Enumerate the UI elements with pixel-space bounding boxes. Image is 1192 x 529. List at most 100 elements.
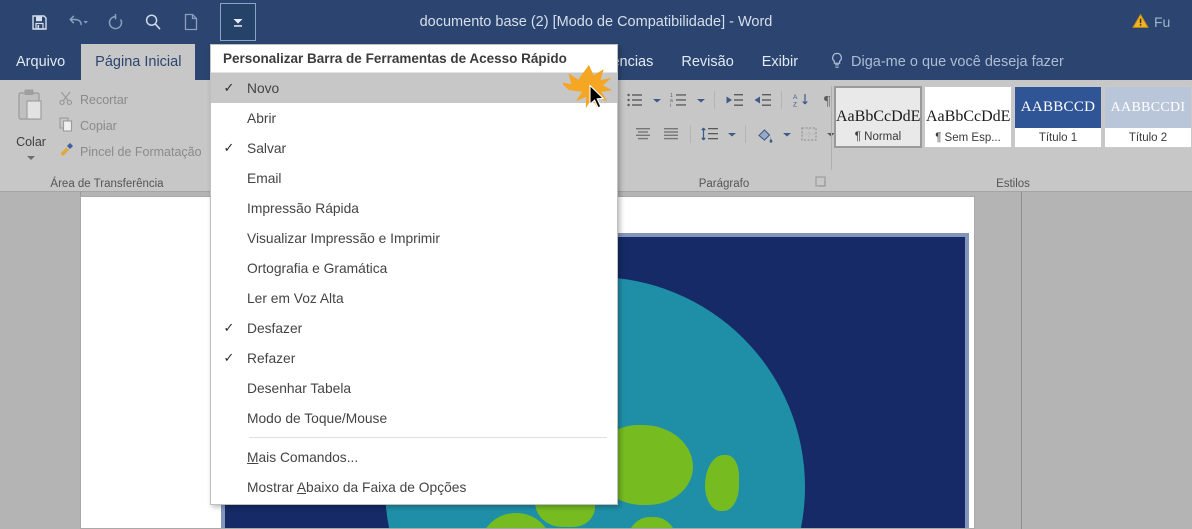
new-document-icon[interactable] bbox=[174, 6, 208, 38]
page-right-edge-guide bbox=[1021, 192, 1022, 529]
menu-item-impressao-rapida[interactable]: Impressão Rápida bbox=[211, 193, 617, 223]
menu-item-visualizar-impressao[interactable]: Visualizar Impressão e Imprimir bbox=[211, 223, 617, 253]
style-preview: AaBbCcDdE bbox=[926, 109, 1010, 125]
menu-item-label: Ortografia e Gramática bbox=[247, 260, 388, 276]
cut-label: Recortar bbox=[80, 92, 128, 107]
menu-item-desenhar-tabela[interactable]: Desenhar Tabela bbox=[211, 373, 617, 403]
style-label: ¶ Sem Esp... bbox=[935, 132, 1001, 144]
increase-indent-icon[interactable] bbox=[749, 88, 775, 112]
search-icon[interactable] bbox=[136, 6, 170, 38]
checkmark-icon: ✓ bbox=[223, 320, 235, 335]
style-label: Título 2 bbox=[1128, 132, 1168, 144]
cut-command[interactable]: Recortar bbox=[58, 90, 128, 109]
menu-item-label: Email bbox=[247, 170, 282, 186]
style-sem-espacamento[interactable]: AaBbCcDdE ¶ Sem Esp... bbox=[924, 86, 1012, 148]
bullet-list-icon[interactable] bbox=[622, 88, 648, 112]
styles-group-label: Estilos bbox=[996, 178, 1030, 190]
menu-item-ortografia-gramatica[interactable]: Ortografia e Gramática bbox=[211, 253, 617, 283]
paragraph-group-label: Parágrafo bbox=[698, 178, 750, 190]
menu-item-desfazer[interactable]: ✓ Desfazer bbox=[211, 313, 617, 343]
tab-pagina-inicial[interactable]: Página Inicial bbox=[81, 44, 196, 80]
tell-me-box[interactable]: Diga-me o que você deseja fazer bbox=[820, 44, 1074, 80]
menu-item-label: Novo bbox=[247, 80, 280, 96]
title-bar: documento base (2) [Modo de Compatibilid… bbox=[0, 0, 1192, 44]
style-preview: AABBCCD bbox=[1020, 100, 1096, 115]
style-titulo-1[interactable]: AABBCCD Título 1 bbox=[1014, 86, 1102, 148]
redo-icon[interactable] bbox=[98, 6, 132, 38]
divider bbox=[714, 91, 715, 109]
svg-text:A: A bbox=[793, 94, 798, 101]
align-center-icon[interactable] bbox=[630, 122, 656, 146]
customize-qat-icon[interactable] bbox=[220, 3, 256, 41]
menu-item-label: Modo de Toque/Mouse bbox=[247, 410, 388, 426]
paste-label: Colar bbox=[16, 135, 46, 149]
word-application-window: documento base (2) [Modo de Compatibilid… bbox=[0, 0, 1192, 529]
menu-item-abrir[interactable]: Abrir bbox=[211, 103, 617, 133]
copy-icon bbox=[58, 116, 74, 135]
menu-item-label: Desfazer bbox=[247, 320, 303, 336]
copy-label: Copiar bbox=[80, 118, 117, 133]
copy-command[interactable]: Copiar bbox=[58, 116, 117, 135]
lightbulb-icon bbox=[830, 52, 844, 73]
warning-triangle-icon bbox=[1132, 13, 1149, 32]
compatibility-warning[interactable]: Fu bbox=[1132, 0, 1188, 44]
clipboard-group-label: Área de Transferência bbox=[50, 178, 164, 190]
decrease-indent-icon[interactable] bbox=[721, 88, 747, 112]
menu-item-refazer[interactable]: ✓ Refazer bbox=[211, 343, 617, 373]
divider bbox=[690, 125, 691, 143]
style-preview: AABBCCDI bbox=[1110, 100, 1186, 115]
save-icon[interactable] bbox=[22, 6, 56, 38]
tab-exibir[interactable]: Exibir bbox=[748, 44, 812, 80]
menu-item-label: Abrir bbox=[247, 110, 277, 126]
shading-dropdown-icon[interactable] bbox=[780, 122, 794, 146]
tab-arquivo[interactable]: Arquivo bbox=[0, 44, 82, 80]
svg-text:i: i bbox=[670, 103, 671, 108]
undo-icon[interactable] bbox=[60, 6, 94, 38]
customize-quick-access-toolbar-menu: Personalizar Barra de Ferramentas de Ace… bbox=[210, 44, 618, 505]
tab-revisao[interactable]: Revisão bbox=[667, 44, 747, 80]
bullet-list-dropdown-icon[interactable] bbox=[650, 88, 664, 112]
group-separator bbox=[831, 86, 832, 170]
menu-item-ler-em-voz-alta[interactable]: Ler em Voz Alta bbox=[211, 283, 617, 313]
ribbon-group-paragraph: 1 a i A Z ¶ Parágrafo bbox=[616, 80, 835, 192]
style-label: ¶ Normal bbox=[854, 131, 902, 143]
checkmark-icon: ✓ bbox=[223, 80, 235, 95]
paste-dropdown-icon[interactable] bbox=[25, 149, 37, 166]
checkmark-icon: ✓ bbox=[223, 350, 235, 365]
svg-text:¶: ¶ bbox=[824, 94, 831, 108]
warning-label: Fu bbox=[1154, 14, 1171, 30]
menu-item-novo[interactable]: ✓ Novo bbox=[211, 73, 617, 103]
borders-icon[interactable] bbox=[796, 122, 822, 146]
menu-item-label: Ler em Voz Alta bbox=[247, 290, 344, 306]
checkmark-icon: ✓ bbox=[223, 140, 235, 155]
format-painter-command[interactable]: Pincel de Formatação bbox=[58, 142, 202, 161]
menu-item-mostrar-abaixo-faixa[interactable]: Mostrar Abaixo da Faixa de Opções bbox=[211, 472, 617, 502]
quick-access-toolbar bbox=[0, 0, 256, 44]
menu-item-modo-toque-mouse[interactable]: Modo de Toque/Mouse bbox=[211, 403, 617, 433]
menu-item-label: Desenhar Tabela bbox=[247, 380, 352, 396]
line-spacing-dropdown-icon[interactable] bbox=[725, 122, 739, 146]
paragraph-dialog-launcher-icon[interactable] bbox=[815, 176, 828, 189]
style-normal[interactable]: AaBbCcDdE ¶ Normal bbox=[834, 86, 922, 148]
line-spacing-icon[interactable] bbox=[697, 122, 723, 146]
scissors-icon bbox=[58, 90, 74, 109]
menu-item-label: Impressão Rápida bbox=[247, 200, 359, 216]
menu-item-salvar[interactable]: ✓ Salvar bbox=[211, 133, 617, 163]
menu-item-email[interactable]: Email bbox=[211, 163, 617, 193]
numbered-list-dropdown-icon[interactable] bbox=[694, 88, 708, 112]
paste-button[interactable]: Colar bbox=[8, 86, 54, 167]
style-titulo-2[interactable]: AABBCCDI Título 2 bbox=[1104, 86, 1192, 148]
menu-item-mais-comandos[interactable]: Mais Comandos... bbox=[211, 442, 617, 472]
svg-text:Z: Z bbox=[793, 102, 797, 109]
style-preview: AaBbCcDdE bbox=[836, 109, 920, 125]
divider bbox=[745, 125, 746, 143]
format-painter-icon bbox=[58, 142, 74, 161]
menu-header: Personalizar Barra de Ferramentas de Ace… bbox=[211, 45, 617, 73]
format-painter-label: Pincel de Formatação bbox=[80, 144, 202, 159]
shading-icon[interactable] bbox=[752, 122, 778, 146]
divider bbox=[781, 91, 782, 109]
numbered-list-icon[interactable]: 1 a i bbox=[666, 88, 692, 112]
align-justify-icon[interactable] bbox=[658, 122, 684, 146]
sort-icon[interactable]: A Z bbox=[788, 88, 814, 112]
ribbon-group-clipboard: Colar Recortar Copiar Pincel de Formataç… bbox=[0, 80, 214, 192]
